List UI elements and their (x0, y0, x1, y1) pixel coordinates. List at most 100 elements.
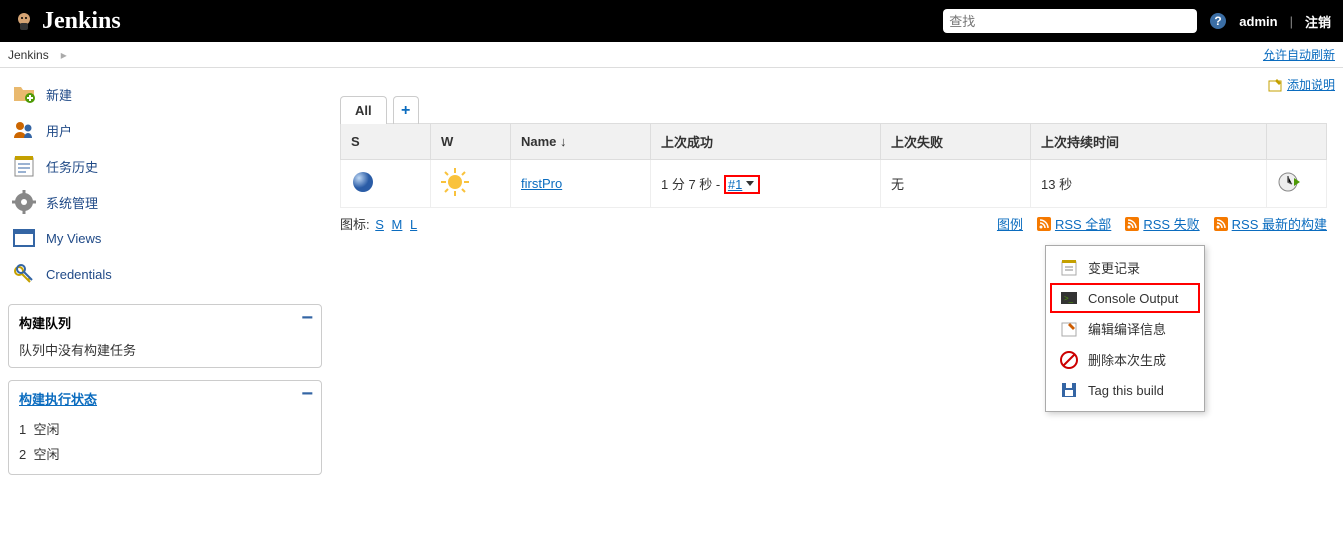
add-description[interactable]: 添加说明 (1267, 76, 1335, 93)
build-queue-panel: − 构建队列 队列中没有构建任务 (8, 304, 322, 368)
sidebar-label: 系统管理 (46, 193, 98, 212)
header-right: ? admin | 注销 (943, 9, 1331, 33)
table-footer: 图标: S M L 图例 RSS 全部 RSS 失败 RSS 最新的构建 (340, 214, 1327, 233)
last-success-text: 1 分 7 秒 (661, 177, 712, 192)
build-number-link[interactable]: #1 (724, 175, 760, 194)
edit-icon (1267, 77, 1283, 93)
sidebar-item-myviews[interactable]: My Views (8, 220, 322, 256)
rss-all[interactable]: RSS 全部 (1037, 214, 1111, 233)
breadcrumb-bar: Jenkins ▸ 允许自动刷新 (0, 42, 1343, 68)
sidebar-item-manage[interactable]: 系统管理 (8, 184, 322, 220)
sidebar-label: 任务历史 (46, 157, 98, 176)
rss-icon (1214, 217, 1228, 231)
menu-tag-build[interactable]: Tag this build (1046, 375, 1204, 405)
folder-plus-icon (12, 82, 36, 106)
cell-status (341, 160, 431, 208)
menu-changelog[interactable]: 变更记录 (1046, 252, 1204, 283)
col-status[interactable]: S (341, 124, 431, 160)
menu-delete-build[interactable]: 删除本次生成 (1046, 344, 1204, 375)
icon-size-m[interactable]: M (392, 217, 403, 232)
icon-size-l[interactable]: L (410, 217, 417, 232)
sidebar-item-credentials[interactable]: Credentials (8, 256, 322, 292)
dropdown-icon[interactable] (746, 181, 754, 186)
table-row: firstPro 1 分 7 秒 - #1 变更记录 >_ (341, 160, 1327, 208)
collapse-icon[interactable]: − (301, 313, 313, 323)
cell-duration: 13 秒 (1031, 160, 1267, 208)
status-ball-blue-icon (351, 170, 375, 194)
save-icon (1060, 381, 1078, 399)
sidebar-label: 新建 (46, 85, 72, 104)
menu-label: 编辑编译信息 (1088, 319, 1166, 338)
keys-icon (12, 262, 36, 286)
executor-num: 2 (19, 447, 26, 462)
menu-console-output[interactable]: >_ Console Output (1050, 283, 1200, 313)
rss-icon (1125, 217, 1139, 231)
view-tabs: All + (340, 96, 1327, 124)
col-name[interactable]: Name ↓ (511, 124, 651, 160)
col-last-fail[interactable]: 上次失败 (881, 124, 1031, 160)
cell-build-now (1267, 160, 1327, 208)
brand-text: Jenkins (42, 8, 121, 35)
breadcrumb: Jenkins ▸ (8, 48, 67, 62)
menu-label: 删除本次生成 (1088, 350, 1166, 369)
col-duration[interactable]: 上次持续时间 (1031, 124, 1267, 160)
icon-size-s[interactable]: S (375, 217, 384, 232)
executor-state: 空闲 (33, 447, 59, 462)
collapse-icon[interactable]: − (301, 389, 313, 399)
help-icon[interactable]: ? (1209, 12, 1227, 30)
cell-name: firstPro (511, 160, 651, 208)
col-weather[interactable]: W (431, 124, 511, 160)
main-panel: 添加说明 All + S W Name ↓ 上次成功 上次失败 上次持续时间 (330, 68, 1343, 483)
build-queue-empty: 队列中没有构建任务 (19, 340, 311, 359)
project-table: S W Name ↓ 上次成功 上次失败 上次持续时间 (340, 123, 1327, 208)
users-icon (12, 118, 36, 142)
menu-label: 变更记录 (1088, 258, 1140, 277)
sidebar-label: My Views (46, 231, 101, 246)
window-icon (12, 226, 36, 250)
build-queue-title: 构建队列 (19, 313, 311, 332)
terminal-icon: >_ (1060, 289, 1078, 307)
table-header-row: S W Name ↓ 上次成功 上次失败 上次持续时间 (341, 124, 1327, 160)
sun-icon (441, 168, 469, 196)
icon-size: 图标: S M L (340, 214, 419, 233)
rss-latest[interactable]: RSS 最新的构建 (1214, 214, 1327, 233)
legend-link[interactable]: 图例 (997, 214, 1023, 233)
breadcrumb-separator-icon: ▸ (61, 48, 67, 62)
col-build (1267, 124, 1327, 160)
breadcrumb-root[interactable]: Jenkins (8, 48, 49, 62)
cell-last-fail: 无 (881, 160, 1031, 208)
logout-link[interactable]: 注销 (1305, 12, 1331, 31)
menu-edit-build[interactable]: 编辑编译信息 (1046, 313, 1204, 344)
sidebar-item-users[interactable]: 用户 (8, 112, 322, 148)
build-now-icon[interactable] (1277, 170, 1301, 194)
auto-refresh-link[interactable]: 允许自动刷新 (1263, 46, 1335, 63)
sidebar-item-history[interactable]: 任务历史 (8, 148, 322, 184)
rss-fail[interactable]: RSS 失败 (1125, 214, 1199, 233)
top-header: Jenkins ? admin | 注销 (0, 0, 1343, 42)
add-description-link[interactable]: 添加说明 (1287, 76, 1335, 93)
col-last-success[interactable]: 上次成功 (651, 124, 881, 160)
svg-text:?: ? (1215, 14, 1222, 28)
notepad-icon (12, 154, 36, 178)
executor-row: 2 空闲 (19, 441, 311, 466)
brand[interactable]: Jenkins (12, 8, 121, 35)
executor-title[interactable]: 构建执行状态 (19, 389, 311, 408)
executor-state: 空闲 (33, 422, 59, 437)
main-layout: 新建 用户 任务历史 系统管理 My Views Credentials − 构… (0, 68, 1343, 483)
project-link[interactable]: firstPro (521, 176, 562, 191)
notepad-icon (1060, 259, 1078, 277)
add-tab-button[interactable]: + (393, 96, 419, 124)
rss-icon (1037, 217, 1051, 231)
user-link[interactable]: admin (1239, 14, 1277, 29)
cell-last-success: 1 分 7 秒 - #1 变更记录 >_ Console Output (651, 160, 881, 208)
sidebar-label: Credentials (46, 267, 112, 282)
executor-panel: − 构建执行状态 1 空闲 2 空闲 (8, 380, 322, 475)
executor-num: 1 (19, 422, 26, 437)
sidebar-item-new[interactable]: 新建 (8, 76, 322, 112)
tab-all[interactable]: All (340, 96, 387, 124)
executor-list: 1 空闲 2 空闲 (19, 416, 311, 466)
menu-label: Console Output (1088, 291, 1178, 306)
search-input[interactable] (943, 9, 1197, 33)
gear-icon (12, 190, 36, 214)
icon-size-label: 图标: (340, 217, 370, 232)
